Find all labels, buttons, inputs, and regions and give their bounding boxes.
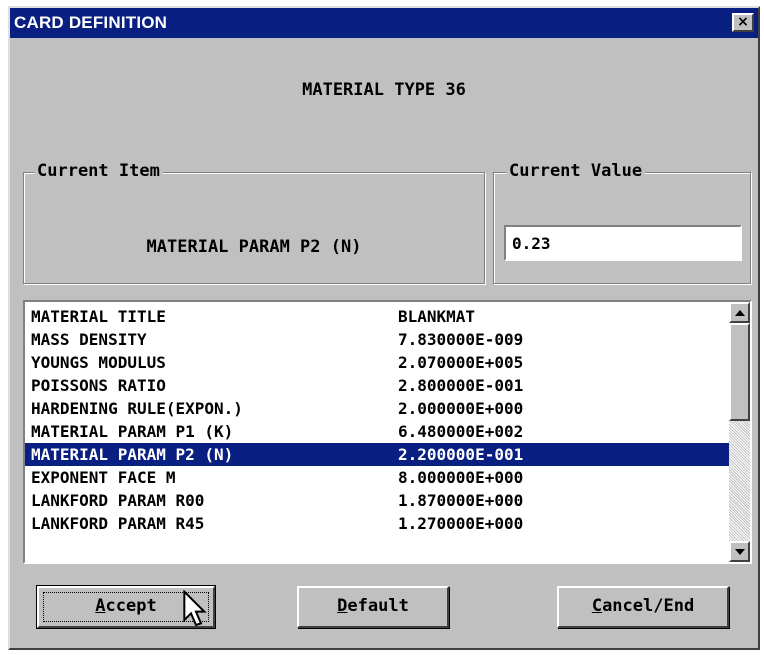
list-item-value: 1.870000E+000 — [398, 491, 524, 510]
list-item-name: POISSONS RATIO — [31, 376, 166, 395]
current-item-group: Current Item MATERIAL PARAM P2 (N) — [23, 161, 485, 284]
list-item-value: 2.070000E+005 — [398, 353, 524, 372]
list-item-value: 7.830000E-009 — [398, 330, 524, 349]
material-type-heading: MATERIAL TYPE 36 — [302, 80, 466, 100]
list-item-name: YOUNGS MODULUS — [31, 353, 166, 372]
list-item-name: LANKFORD PARAM R00 — [31, 491, 205, 510]
list-item[interactable]: MATERIAL PARAM P2 (N) 2.200000E-001 — [25, 443, 730, 466]
cancel-end-button[interactable]: Cancel/End — [557, 586, 729, 628]
title-bar[interactable]: CARD DEFINITION × — [10, 8, 758, 38]
default-label: Default — [337, 596, 409, 616]
list-item[interactable]: HARDENING RULE(EXPON.) 2.000000E+000 — [25, 397, 730, 420]
list-item[interactable]: LANKFORD PARAM R45 1.270000E+000 — [25, 512, 730, 535]
current-item-text: MATERIAL PARAM P2 (N) — [146, 237, 362, 257]
arrow-down-icon — [735, 549, 745, 555]
current-value-group: Current Value — [493, 161, 751, 284]
list-item[interactable]: MASS DENSITY 7.830000E-009 — [25, 328, 730, 351]
arrow-up-icon — [735, 310, 745, 316]
window-title: CARD DEFINITION — [14, 13, 168, 32]
cancel-end-label: Cancel/End — [591, 596, 695, 616]
current-value-input[interactable] — [504, 225, 742, 261]
default-button[interactable]: Default — [297, 586, 449, 628]
list-item[interactable]: EXPONENT FACE M 8.000000E+000 — [25, 466, 730, 489]
close-button[interactable]: × — [732, 13, 754, 32]
vertical-scrollbar[interactable] — [729, 302, 750, 562]
list-item-name: LANKFORD PARAM R45 — [31, 514, 205, 533]
mouse-pointer-icon — [183, 590, 207, 627]
list-item-name: EXPONENT FACE M — [31, 468, 176, 487]
list-item-name: MATERIAL TITLE — [31, 307, 166, 326]
card-definition-dialog: CARD DEFINITION × MATERIAL TYPE 36 Curre… — [8, 6, 760, 650]
current-value-legend: Current Value — [506, 161, 646, 181]
list-item[interactable]: POISSONS RATIO 2.800000E-001 — [25, 374, 730, 397]
list-item-value: 2.000000E+000 — [398, 399, 524, 418]
scroll-thumb[interactable] — [729, 323, 750, 421]
scroll-up-button[interactable] — [729, 302, 750, 323]
close-icon: × — [737, 14, 749, 30]
current-item-legend: Current Item — [34, 161, 163, 181]
list-item[interactable]: MATERIAL TITLE BLANKMAT — [25, 305, 730, 328]
list-item-value: 2.800000E-001 — [398, 376, 524, 395]
list-item-name: MASS DENSITY — [31, 330, 147, 349]
list-item-value: BLANKMAT — [398, 307, 476, 326]
list-item-value: 1.270000E+000 — [398, 514, 524, 533]
list-item-value: 8.000000E+000 — [398, 468, 524, 487]
accept-label: Accept — [95, 596, 157, 616]
list-item-value: 2.200000E-001 — [398, 445, 524, 464]
parameter-listbox[interactable]: MATERIAL TITLE BLANKMAT MASS DENSITY 7.8300… — [23, 300, 752, 564]
list-item-name: MATERIAL PARAM P1 (K) — [31, 422, 234, 441]
list-item-name: MATERIAL PARAM P2 (N) — [31, 445, 234, 464]
scroll-down-button[interactable] — [729, 541, 750, 562]
list-item[interactable]: MATERIAL PARAM P1 (K) 6.480000E+002 — [25, 420, 730, 443]
list-item[interactable]: LANKFORD PARAM R00 1.870000E+000 — [25, 489, 730, 512]
list-item-name: HARDENING RULE(EXPON.) — [31, 399, 243, 418]
parameter-list: MATERIAL TITLE BLANKMAT MASS DENSITY 7.8300… — [25, 305, 730, 535]
list-item[interactable]: YOUNGS MODULUS 2.070000E+005 — [25, 351, 730, 374]
list-item-value: 6.480000E+002 — [398, 422, 524, 441]
